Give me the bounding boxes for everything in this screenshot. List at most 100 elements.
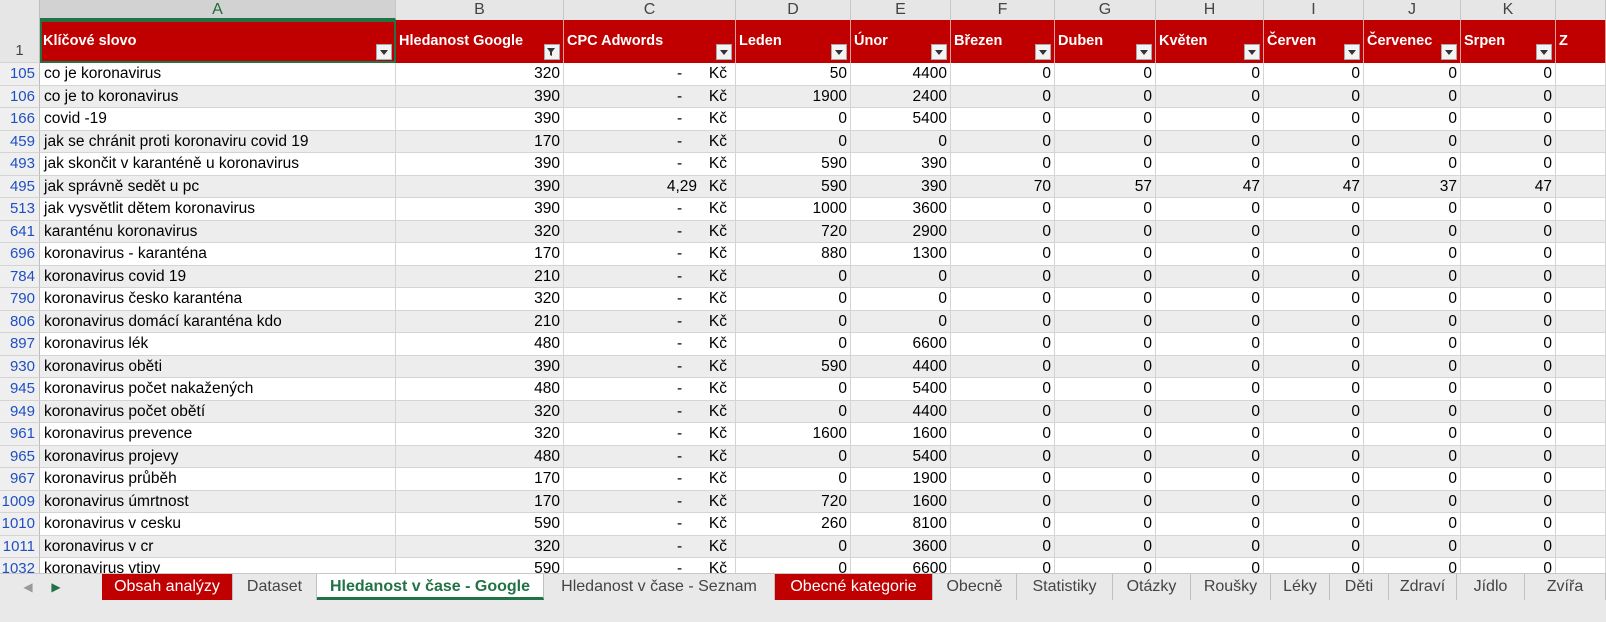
- sheet-tab[interactable]: Jídlo: [1457, 574, 1525, 600]
- keyword-cell[interactable]: koronavirus v cesku: [40, 513, 396, 536]
- value-cell[interactable]: 0: [1264, 310, 1364, 333]
- value-cell[interactable]: 0: [1156, 85, 1264, 108]
- value-cell[interactable]: 1600: [851, 423, 951, 446]
- value-cell[interactable]: 0: [1364, 198, 1461, 221]
- value-cell[interactable]: 0: [1156, 445, 1264, 468]
- value-cell[interactable]: 0: [1055, 378, 1156, 401]
- sheet-tab[interactable]: Otázky: [1113, 574, 1191, 600]
- keyword-cell[interactable]: covid -19: [40, 108, 396, 131]
- value-cell[interactable]: 0: [1461, 198, 1556, 221]
- value-cell[interactable]: 0: [951, 310, 1055, 333]
- column-header-h[interactable]: H: [1156, 0, 1264, 20]
- value-cell[interactable]: 320: [396, 400, 564, 423]
- value-cell[interactable]: 0: [951, 63, 1055, 86]
- value-cell[interactable]: 0: [1156, 153, 1264, 176]
- keyword-cell[interactable]: koronavirus česko karanténa: [40, 288, 396, 311]
- value-cell[interactable]: 0: [951, 220, 1055, 243]
- value-cell[interactable]: 480: [396, 333, 564, 356]
- value-cell[interactable]: 0: [1156, 63, 1264, 86]
- value-cell[interactable]: 390: [396, 153, 564, 176]
- value-cell[interactable]: 0: [951, 243, 1055, 266]
- value-cell[interactable]: 0: [1055, 85, 1156, 108]
- value-cell[interactable]: 0: [1461, 85, 1556, 108]
- empty-cell[interactable]: [1556, 400, 1606, 423]
- filter-dropdown-icon[interactable]: [1536, 44, 1552, 60]
- column-header-i[interactable]: I: [1264, 0, 1364, 20]
- value-cell[interactable]: 390: [851, 153, 951, 176]
- header-cell-k[interactable]: Srpen: [1461, 20, 1556, 63]
- value-cell[interactable]: 0: [1156, 535, 1264, 558]
- value-cell[interactable]: 0: [1461, 243, 1556, 266]
- keyword-cell[interactable]: koronavirus průběh: [40, 468, 396, 491]
- cpc-cell[interactable]: - Kč: [564, 400, 736, 423]
- keyword-cell[interactable]: co je to koronavirus: [40, 85, 396, 108]
- value-cell[interactable]: 0: [1461, 468, 1556, 491]
- value-cell[interactable]: 4400: [851, 355, 951, 378]
- keyword-cell[interactable]: jak vysvětlit dětem koronavirus: [40, 198, 396, 221]
- value-cell[interactable]: 480: [396, 445, 564, 468]
- keyword-cell[interactable]: koronavirus domácí karanténa kdo: [40, 310, 396, 333]
- value-cell[interactable]: 0: [736, 108, 851, 131]
- value-cell[interactable]: 0: [1264, 108, 1364, 131]
- cpc-cell[interactable]: - Kč: [564, 108, 736, 131]
- value-cell[interactable]: 0: [1264, 63, 1364, 86]
- empty-cell[interactable]: [1556, 243, 1606, 266]
- row-number[interactable]: 965: [0, 445, 40, 468]
- value-cell[interactable]: 0: [1055, 445, 1156, 468]
- value-cell[interactable]: 720: [736, 490, 851, 513]
- value-cell[interactable]: 0: [951, 265, 1055, 288]
- value-cell[interactable]: 0: [1156, 333, 1264, 356]
- value-cell[interactable]: 0: [1264, 243, 1364, 266]
- value-cell[interactable]: 0: [1055, 355, 1156, 378]
- sheet-tab[interactable]: Léky: [1271, 574, 1330, 600]
- value-cell[interactable]: 0: [851, 288, 951, 311]
- value-cell[interactable]: 0: [1156, 108, 1264, 131]
- value-cell[interactable]: 0: [1461, 265, 1556, 288]
- column-header-l[interactable]: [1556, 0, 1606, 20]
- keyword-cell[interactable]: karanténu koronavirus: [40, 220, 396, 243]
- value-cell[interactable]: 0: [1055, 333, 1156, 356]
- value-cell[interactable]: 0: [1055, 130, 1156, 153]
- value-cell[interactable]: 0: [736, 288, 851, 311]
- sheet-tab[interactable]: Obecně: [933, 574, 1017, 600]
- empty-cell[interactable]: [1556, 153, 1606, 176]
- keyword-cell[interactable]: koronavirus lék: [40, 333, 396, 356]
- keyword-cell[interactable]: jak skončit v karanténě u koronavirus: [40, 153, 396, 176]
- value-cell[interactable]: 57: [1055, 175, 1156, 198]
- column-header-a[interactable]: A: [40, 0, 396, 20]
- value-cell[interactable]: 0: [1156, 220, 1264, 243]
- filter-active-icon[interactable]: [544, 44, 560, 60]
- empty-cell[interactable]: [1556, 513, 1606, 536]
- value-cell[interactable]: 0: [951, 355, 1055, 378]
- filter-dropdown-icon[interactable]: [716, 44, 732, 60]
- spreadsheet-grid[interactable]: ABCDEFGHIJK 1 Klíčové slovo Hledanost Goog…: [0, 0, 1606, 594]
- value-cell[interactable]: 0: [1364, 63, 1461, 86]
- empty-cell[interactable]: [1556, 423, 1606, 446]
- value-cell[interactable]: 0: [1364, 400, 1461, 423]
- value-cell[interactable]: 0: [1156, 288, 1264, 311]
- row-number[interactable]: 641: [0, 220, 40, 243]
- row-number[interactable]: 897: [0, 333, 40, 356]
- value-cell[interactable]: 0: [1264, 130, 1364, 153]
- filter-dropdown-icon[interactable]: [1244, 44, 1260, 60]
- empty-cell[interactable]: [1556, 535, 1606, 558]
- sheet-tab[interactable]: Statistiky: [1017, 574, 1113, 600]
- row-number[interactable]: 967: [0, 468, 40, 491]
- column-header-k[interactable]: K: [1461, 0, 1556, 20]
- value-cell[interactable]: 0: [951, 198, 1055, 221]
- empty-cell[interactable]: [1556, 288, 1606, 311]
- value-cell[interactable]: 0: [1156, 310, 1264, 333]
- empty-cell[interactable]: [1556, 220, 1606, 243]
- value-cell[interactable]: 0: [1461, 310, 1556, 333]
- value-cell[interactable]: 5400: [851, 445, 951, 468]
- sheet-tab[interactable]: Roušky: [1191, 574, 1271, 600]
- header-cell-c[interactable]: CPC Adwords: [564, 20, 736, 63]
- sheet-tab[interactable]: Obsah analýzy: [102, 574, 233, 600]
- row-number[interactable]: 106: [0, 85, 40, 108]
- row-number[interactable]: 790: [0, 288, 40, 311]
- row-number[interactable]: 696: [0, 243, 40, 266]
- value-cell[interactable]: 0: [1364, 108, 1461, 131]
- sheet-tab[interactable]: Dataset: [233, 574, 317, 600]
- value-cell[interactable]: 0: [1264, 355, 1364, 378]
- filter-dropdown-icon[interactable]: [1441, 44, 1457, 60]
